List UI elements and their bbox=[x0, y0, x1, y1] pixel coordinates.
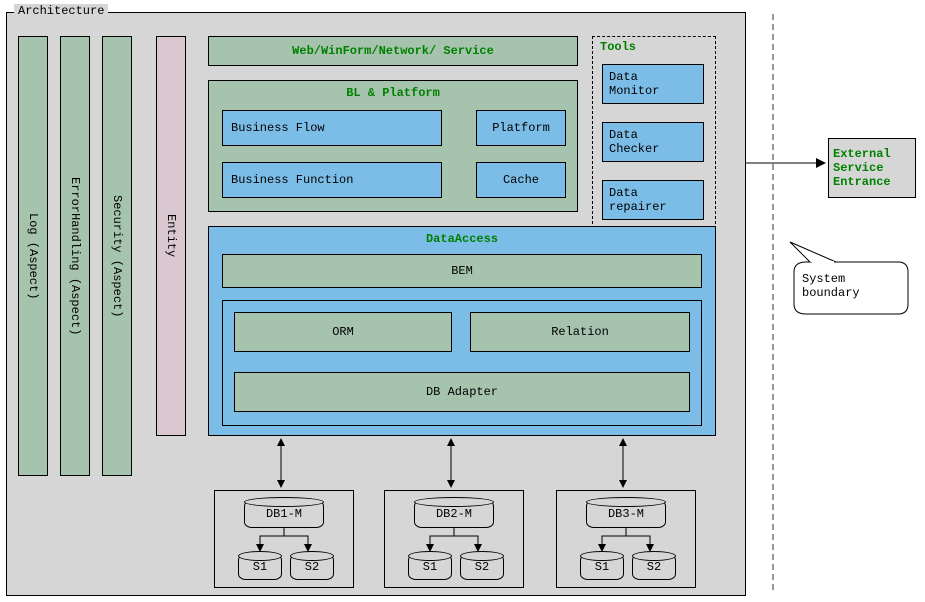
aspect-security-label: Security (Aspect) bbox=[110, 195, 124, 317]
da-bem: BEM bbox=[222, 254, 702, 288]
db1-m: DB1-M bbox=[244, 500, 324, 528]
arrow-db3 bbox=[618, 438, 628, 488]
arrow-db1 bbox=[276, 438, 286, 488]
bl-platform: Platform bbox=[476, 110, 566, 146]
db2-lines bbox=[424, 528, 484, 552]
tool-monitor: Data Monitor bbox=[602, 64, 704, 104]
arrow-db2 bbox=[446, 438, 456, 488]
da-relation: Relation bbox=[470, 312, 690, 352]
db1-lines bbox=[254, 528, 314, 552]
entity-bar: Entity bbox=[156, 36, 186, 436]
entity-label: Entity bbox=[164, 214, 178, 257]
tool-checker: Data Checker bbox=[602, 122, 704, 162]
db2-s1: S1 bbox=[408, 554, 452, 580]
db1-s1: S1 bbox=[238, 554, 282, 580]
db2-m: DB2-M bbox=[414, 500, 494, 528]
boundary-line bbox=[772, 14, 774, 590]
top-layer: Web/WinForm/Network/ Service bbox=[208, 36, 578, 66]
db3-s2: S2 bbox=[632, 554, 676, 580]
aspect-security: Security (Aspect) bbox=[102, 36, 132, 476]
boundary-label: System boundary bbox=[802, 272, 860, 300]
db2-s2: S2 bbox=[460, 554, 504, 580]
top-layer-label: Web/WinForm/Network/ Service bbox=[292, 44, 494, 58]
aspect-error: ErrorHandling (Aspect) bbox=[60, 36, 90, 476]
external-service: External Service Entrance bbox=[828, 138, 916, 198]
db3-m: DB3-M bbox=[586, 500, 666, 528]
db1-s2: S2 bbox=[290, 554, 334, 580]
aspect-error-label: ErrorHandling (Aspect) bbox=[68, 177, 82, 335]
bl-function: Business Function bbox=[222, 162, 442, 198]
arrow-external bbox=[746, 156, 826, 170]
tool-repairer: Data repairer bbox=[602, 180, 704, 220]
da-title: DataAccess bbox=[208, 232, 716, 246]
tools-title: Tools bbox=[600, 40, 636, 54]
bl-flow: Business Flow bbox=[222, 110, 442, 146]
db3-lines bbox=[596, 528, 656, 552]
aspect-log-label: Log (Aspect) bbox=[26, 213, 40, 299]
architecture-title: Architecture bbox=[14, 4, 108, 18]
aspect-log: Log (Aspect) bbox=[18, 36, 48, 476]
da-orm: ORM bbox=[234, 312, 452, 352]
da-adapter: DB Adapter bbox=[234, 372, 690, 412]
bl-title: BL & Platform bbox=[208, 86, 578, 100]
db3-s1: S1 bbox=[580, 554, 624, 580]
bl-cache: Cache bbox=[476, 162, 566, 198]
